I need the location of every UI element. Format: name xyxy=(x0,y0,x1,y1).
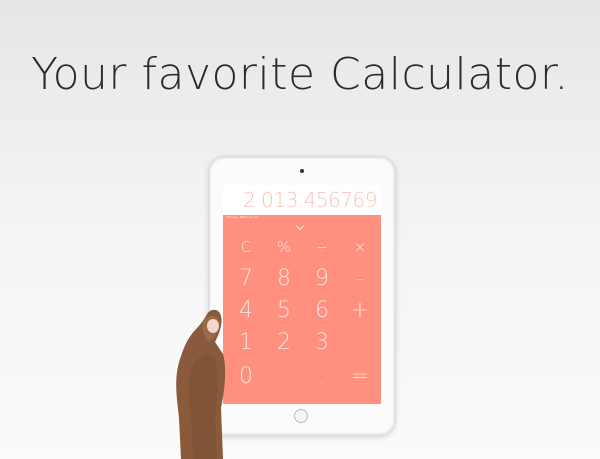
six-key[interactable]: 6 xyxy=(305,297,339,325)
page-headline: Your favorite Calculator. xyxy=(31,49,569,100)
nine-key[interactable]: 9 xyxy=(305,265,339,293)
one-key[interactable]: 1 xyxy=(229,329,263,357)
ipad-device: 2 013.456769 Monday, February 24 C % ÷ ×… xyxy=(208,156,396,436)
chevron-down-icon[interactable] xyxy=(295,221,305,231)
minus-key[interactable]: – xyxy=(343,265,377,293)
zero-key[interactable]: 0 xyxy=(229,363,263,391)
five-key[interactable]: 5 xyxy=(267,297,301,325)
eight-key[interactable]: 8 xyxy=(267,265,301,293)
calculator-display: 2 013.456769 xyxy=(223,185,381,215)
equals-key[interactable]: = xyxy=(343,363,377,391)
holding-hand xyxy=(176,309,226,459)
seven-key[interactable]: 7 xyxy=(229,265,263,293)
decimal-key[interactable]: . xyxy=(305,365,339,393)
four-key[interactable]: 4 xyxy=(229,297,263,325)
display-value: 2 013.456769 xyxy=(243,188,377,212)
calculator-screen: 2 013.456769 Monday, February 24 C % ÷ ×… xyxy=(223,185,381,404)
clear-key[interactable]: C xyxy=(229,233,263,261)
multiply-key[interactable]: × xyxy=(343,233,377,261)
status-bar: Monday, February 24 xyxy=(223,215,381,221)
percent-key[interactable]: % xyxy=(267,233,301,261)
divide-key[interactable]: ÷ xyxy=(305,233,339,261)
two-key[interactable]: 2 xyxy=(267,329,301,357)
plus-key[interactable]: + xyxy=(343,297,377,325)
home-button-icon[interactable] xyxy=(294,409,308,423)
camera-icon xyxy=(300,169,304,173)
status-text: Monday, February 24 xyxy=(226,215,258,219)
three-key[interactable]: 3 xyxy=(305,329,339,357)
